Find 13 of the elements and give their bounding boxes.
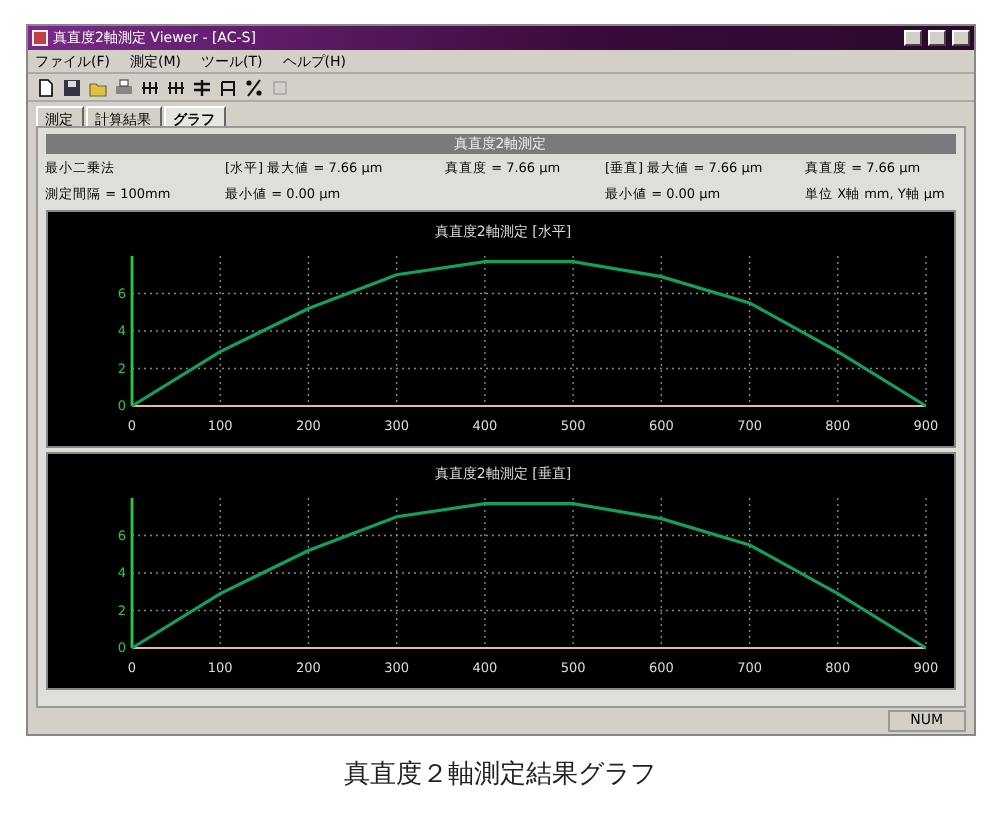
close-button[interactable] (951, 30, 969, 46)
percent-icon[interactable] (243, 77, 263, 97)
grid-icon[interactable] (165, 77, 185, 97)
figure-caption: 真直度２軸測定結果グラフ (344, 758, 656, 792)
angle-icon[interactable] (217, 77, 237, 97)
printer-icon[interactable] (113, 77, 133, 97)
maximize-button[interactable] (927, 30, 945, 46)
new-file-icon[interactable] (35, 77, 55, 97)
save-icon[interactable] (61, 77, 81, 97)
level-icon[interactable] (191, 77, 211, 97)
app-icon (31, 30, 47, 46)
grid-icon[interactable] (139, 77, 159, 97)
minimize-button[interactable] (903, 30, 921, 46)
